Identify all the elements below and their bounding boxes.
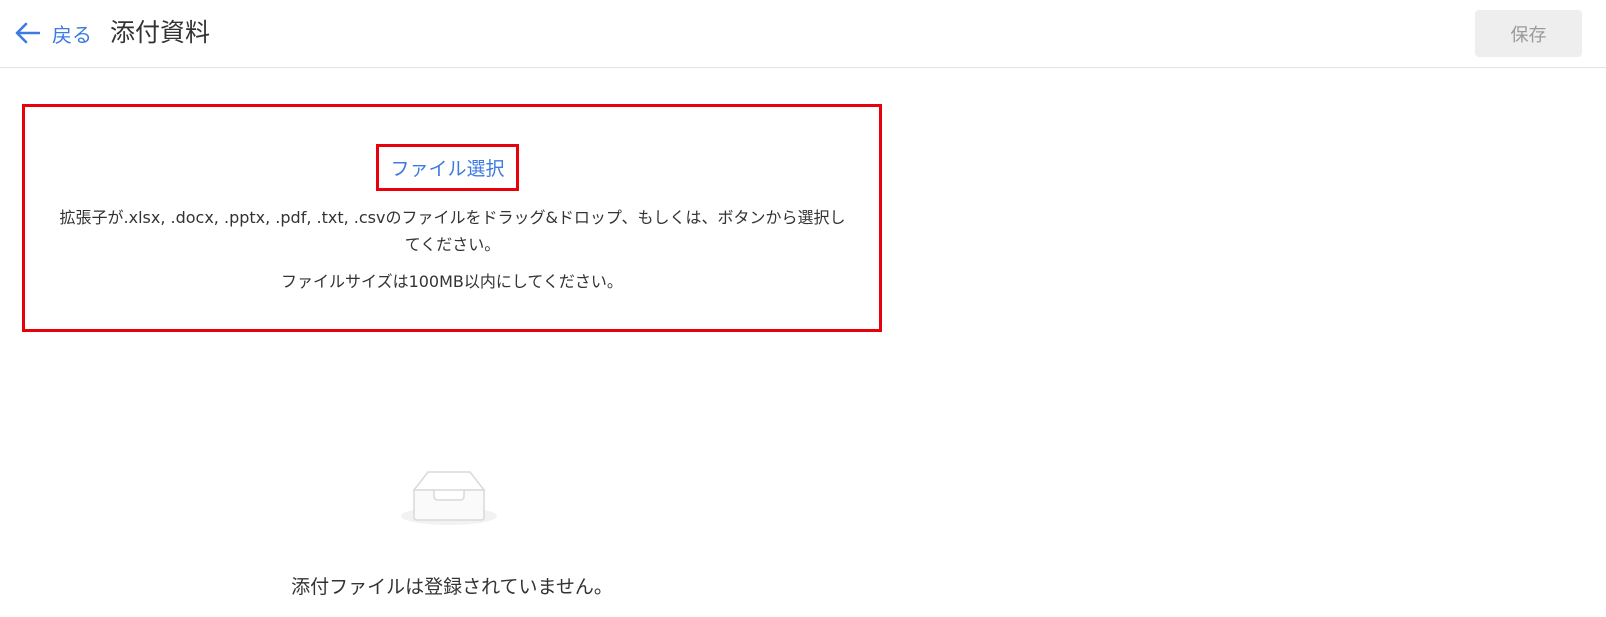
back-label: 戻る	[52, 22, 92, 47]
arrow-left-icon	[15, 22, 40, 44]
header-bar: 戻る 添付資料 保存	[0, 0, 1606, 68]
file-size-note: ファイルサイズは100MB以内にしてください。	[281, 272, 623, 291]
page-title: 添付資料	[110, 18, 211, 47]
select-file-highlight: ファイル選択	[376, 144, 519, 191]
empty-state-message: 添付ファイルは登録されていません。	[291, 576, 613, 598]
save-button[interactable]: 保存	[1475, 10, 1582, 57]
file-drop-zone[interactable]: ファイル選択 拡張子が.xlsx, .docx, .pptx, .pdf, .t…	[22, 104, 882, 332]
upload-instructions: 拡張子が.xlsx, .docx, .pptx, .pdf, .txt, .cs…	[59, 208, 846, 254]
select-file-button[interactable]: ファイル選択	[390, 154, 504, 181]
back-button[interactable]: 戻る	[14, 18, 92, 48]
inbox-icon	[401, 471, 497, 525]
